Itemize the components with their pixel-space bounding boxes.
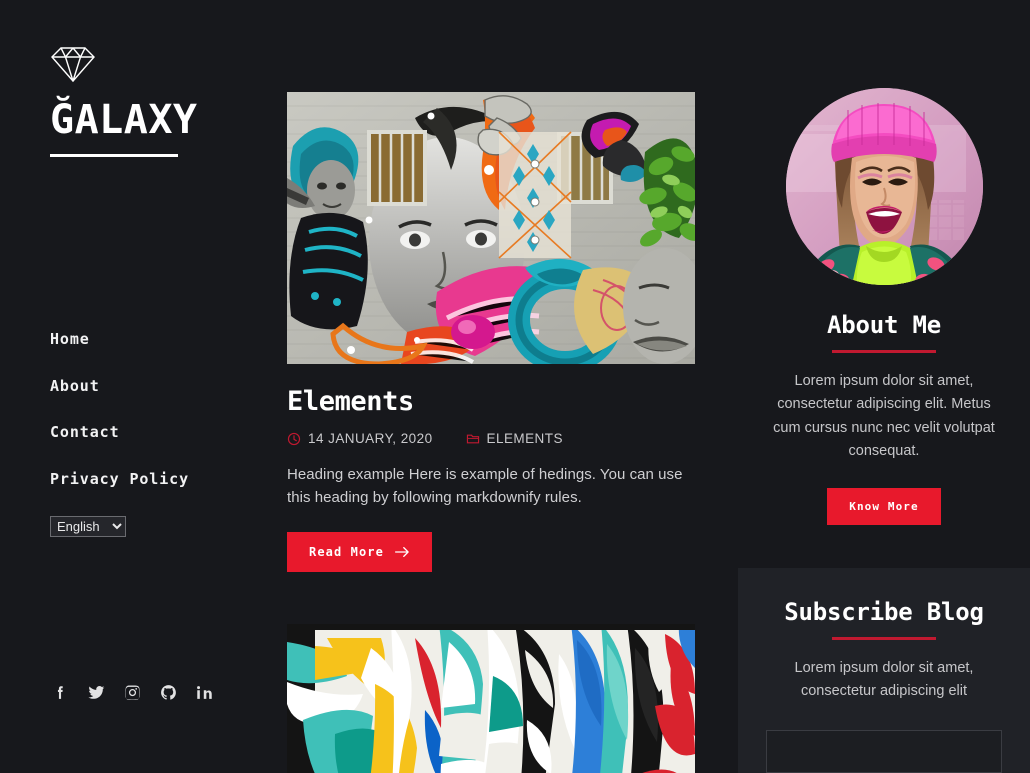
nav-item-privacy-policy[interactable]: Privacy Policy <box>50 470 189 488</box>
post-category[interactable]: ELEMENTS <box>466 431 563 446</box>
nav-item-home[interactable]: Home <box>50 330 189 348</box>
linkedin-icon[interactable] <box>196 684 213 701</box>
post-featured-image[interactable] <box>287 92 695 364</box>
page-root: ĞALAXY Home About Contact Privacy Policy… <box>0 0 1030 773</box>
main-content: Elements 14 JANUARY, 2020 ELEMENTS Headi… <box>287 0 717 773</box>
primary-navigation: Home About Contact Privacy Policy Englis… <box>50 330 189 537</box>
read-more-label: Read More <box>309 544 384 559</box>
post-spacer <box>287 572 717 624</box>
brand-underline <box>50 154 178 157</box>
post-card-elements: Elements 14 JANUARY, 2020 ELEMENTS Headi… <box>287 92 695 572</box>
about-me-underline <box>832 350 936 353</box>
post-meta: 14 JANUARY, 2020 ELEMENTS <box>287 431 695 446</box>
post-title[interactable]: Elements <box>287 386 695 417</box>
post-date-label: 14 JANUARY, 2020 <box>308 431 433 446</box>
post-category-label: ELEMENTS <box>486 431 563 446</box>
post-date[interactable]: 14 JANUARY, 2020 <box>287 431 433 446</box>
social-links <box>52 684 213 701</box>
post-card-secondary <box>287 623 695 773</box>
left-sidebar: ĞALAXY Home About Contact Privacy Policy… <box>0 0 287 773</box>
instagram-icon[interactable] <box>124 684 141 701</box>
read-more-button[interactable]: Read More <box>287 531 432 572</box>
about-me-title: About Me <box>827 311 941 339</box>
folder-icon <box>466 434 479 443</box>
nav-item-contact[interactable]: Contact <box>50 423 189 441</box>
github-icon[interactable] <box>160 684 177 701</box>
about-me-widget: About Me Lorem ipsum dolor sit amet, con… <box>738 311 1030 525</box>
diamond-icon <box>51 47 95 83</box>
post-excerpt: Heading example Here is example of hedin… <box>287 466 683 507</box>
brand-logo[interactable]: ĞALAXY <box>50 45 198 157</box>
avatar <box>785 88 983 285</box>
subscribe-underline <box>832 636 936 640</box>
post-featured-image-secondary[interactable] <box>287 623 695 773</box>
subscribe-blog-widget: Subscribe Blog Lorem ipsum dolor sit ame… <box>738 567 1030 773</box>
language-select[interactable]: EnglishFrançaisDeutsch <box>50 516 126 537</box>
facebook-icon[interactable] <box>52 684 69 701</box>
subscribe-text: Lorem ipsum dolor sit amet, consectetur … <box>794 659 974 700</box>
clock-icon <box>287 432 301 445</box>
nav-item-about[interactable]: About <box>50 377 189 395</box>
brand-title: ĞALAXY <box>50 97 198 143</box>
subscribe-title: Subscribe Blog <box>784 597 984 626</box>
know-more-button[interactable]: Know More <box>827 487 941 525</box>
about-me-text: Lorem ipsum dolor sit amet, consectetur … <box>773 373 995 460</box>
twitter-icon[interactable] <box>88 684 105 701</box>
right-sidebar: About Me Lorem ipsum dolor sit amet, con… <box>717 0 1030 773</box>
arrow-right-icon <box>394 546 409 557</box>
subscribe-email-input[interactable] <box>766 729 1002 773</box>
